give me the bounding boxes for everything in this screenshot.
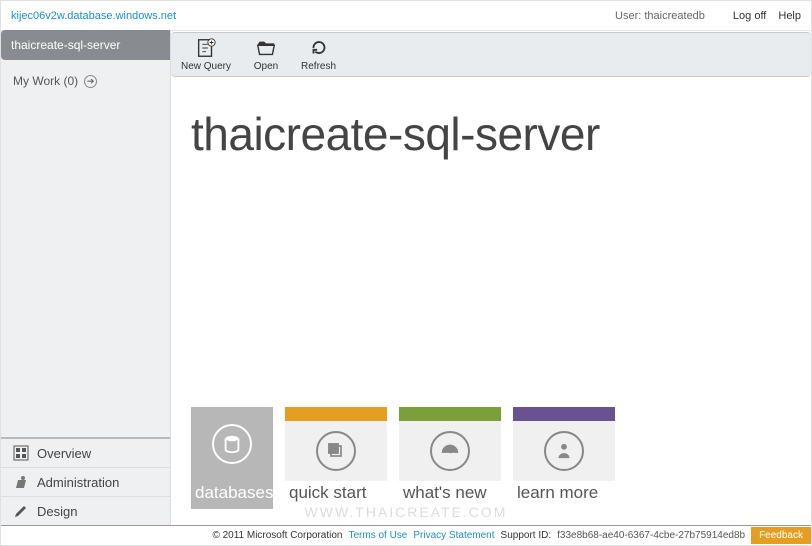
bottom-nav: Overview Administration Design <box>1 437 170 525</box>
sidebar-tab-server[interactable]: thaicreate-sql-server <box>1 30 170 60</box>
tile-databases[interactable]: databases <box>191 407 273 509</box>
nav-administration-label: Administration <box>37 475 119 490</box>
privacy-link[interactable]: Privacy Statement <box>413 530 494 541</box>
new-query-label: New Query <box>181 61 231 72</box>
open-icon <box>254 37 278 59</box>
arrow-right-icon: ➔ <box>84 75 97 88</box>
tile-quick-start[interactable]: quick start <box>285 407 387 509</box>
host-link[interactable]: kijec06v2w.database.windows.net <box>11 10 176 22</box>
tile-quick-start-label: quick start <box>285 481 387 509</box>
nav-overview-label: Overview <box>37 446 91 461</box>
user-label: User: thaicreatedb <box>615 10 705 22</box>
learn-more-icon <box>544 431 584 471</box>
my-work-section[interactable]: My Work (0) ➔ <box>1 60 170 102</box>
open-label: Open <box>254 61 278 72</box>
open-button[interactable]: Open <box>251 37 281 72</box>
quick-start-icon <box>316 431 356 471</box>
whats-new-icon <box>430 431 470 471</box>
page-title: thaicreate-sql-server <box>191 107 801 161</box>
main-area: thaicreate-sql-server My Work (0) ➔ Over… <box>1 31 811 525</box>
new-query-button[interactable]: New Query <box>181 37 231 72</box>
logoff-link[interactable]: Log off <box>733 10 766 22</box>
support-id-value: f33e8b68-ae40-6367-4cbe-27b75914ed8b <box>557 530 745 541</box>
copyright: © 2011 Microsoft Corporation <box>212 530 342 541</box>
refresh-button[interactable]: Refresh <box>301 37 336 72</box>
help-link[interactable]: Help <box>778 10 801 22</box>
footer: © 2011 Microsoft Corporation Terms of Us… <box>1 525 811 545</box>
feedback-button[interactable]: Feedback <box>751 527 811 544</box>
database-icon <box>212 424 252 464</box>
refresh-label: Refresh <box>301 61 336 72</box>
support-id-label: Support ID: <box>501 530 552 541</box>
administration-icon <box>13 474 29 490</box>
sidebar: thaicreate-sql-server My Work (0) ➔ Over… <box>1 31 171 525</box>
toolbar: New Query Open Refresh <box>171 32 811 77</box>
nav-design-label: Design <box>37 504 77 519</box>
terms-link[interactable]: Terms of Use <box>348 530 407 541</box>
body-area: thaicreate-sql-server databases <box>171 77 811 525</box>
content: New Query Open Refresh thaicreate-sql-se… <box>171 31 811 525</box>
tile-learn-more[interactable]: learn more <box>513 407 615 509</box>
tiles-row: databases quick start <box>191 407 801 509</box>
tile-databases-label: databases <box>191 481 273 509</box>
tile-whats-new-label: what's new <box>399 481 501 509</box>
overview-icon <box>13 445 29 461</box>
my-work-label: My Work (0) <box>13 74 78 88</box>
top-bar: kijec06v2w.database.windows.net User: th… <box>1 1 811 31</box>
refresh-icon <box>307 37 331 59</box>
design-icon <box>13 503 29 519</box>
nav-overview[interactable]: Overview <box>1 437 170 467</box>
tile-learn-more-label: learn more <box>513 481 615 509</box>
tile-whats-new[interactable]: what's new <box>399 407 501 509</box>
new-query-icon <box>194 37 218 59</box>
nav-design[interactable]: Design <box>1 496 170 525</box>
nav-administration[interactable]: Administration <box>1 467 170 496</box>
